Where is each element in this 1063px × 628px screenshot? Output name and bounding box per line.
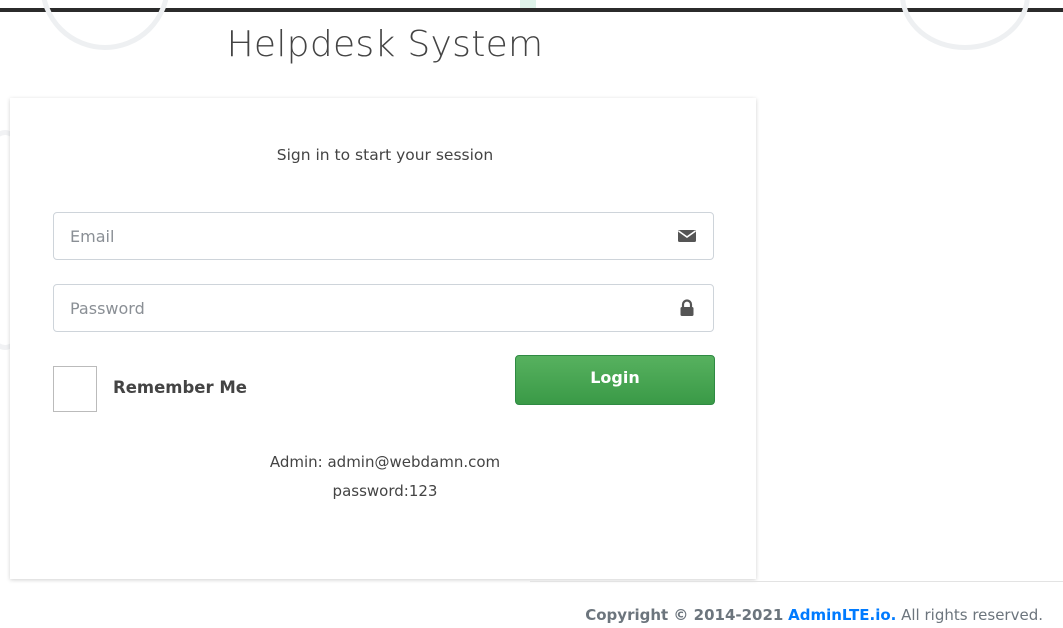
background-decoration <box>900 0 1030 50</box>
footer: Copyright © 2014-2021 AdminLTE.io. All r… <box>585 606 1043 624</box>
password-input-group[interactable] <box>53 284 714 332</box>
remember-me-label[interactable]: Remember Me <box>113 378 247 397</box>
remember-me-checkbox[interactable] <box>53 366 97 412</box>
background-decoration <box>520 0 536 8</box>
login-button[interactable]: Login <box>515 355 715 405</box>
footer-rights: All rights reserved. <box>901 606 1043 624</box>
footer-link[interactable]: AdminLTE.io. <box>788 606 896 624</box>
footer-copyright: Copyright © 2014-2021 <box>585 606 784 624</box>
email-input[interactable] <box>54 213 654 259</box>
footer-divider <box>530 581 1063 582</box>
lock-icon <box>680 299 694 316</box>
login-card <box>10 98 756 579</box>
app-title: Helpdesk System <box>226 24 544 65</box>
admin-credentials: Admin: admin@webdamn.com <box>269 453 501 471</box>
password-input[interactable] <box>54 285 654 331</box>
envelope-icon <box>678 230 696 242</box>
admin-password-hint: password:123 <box>332 482 438 500</box>
background-decoration <box>40 0 170 50</box>
email-input-group[interactable] <box>53 212 714 260</box>
login-subtitle: Sign in to start your session <box>276 146 494 164</box>
